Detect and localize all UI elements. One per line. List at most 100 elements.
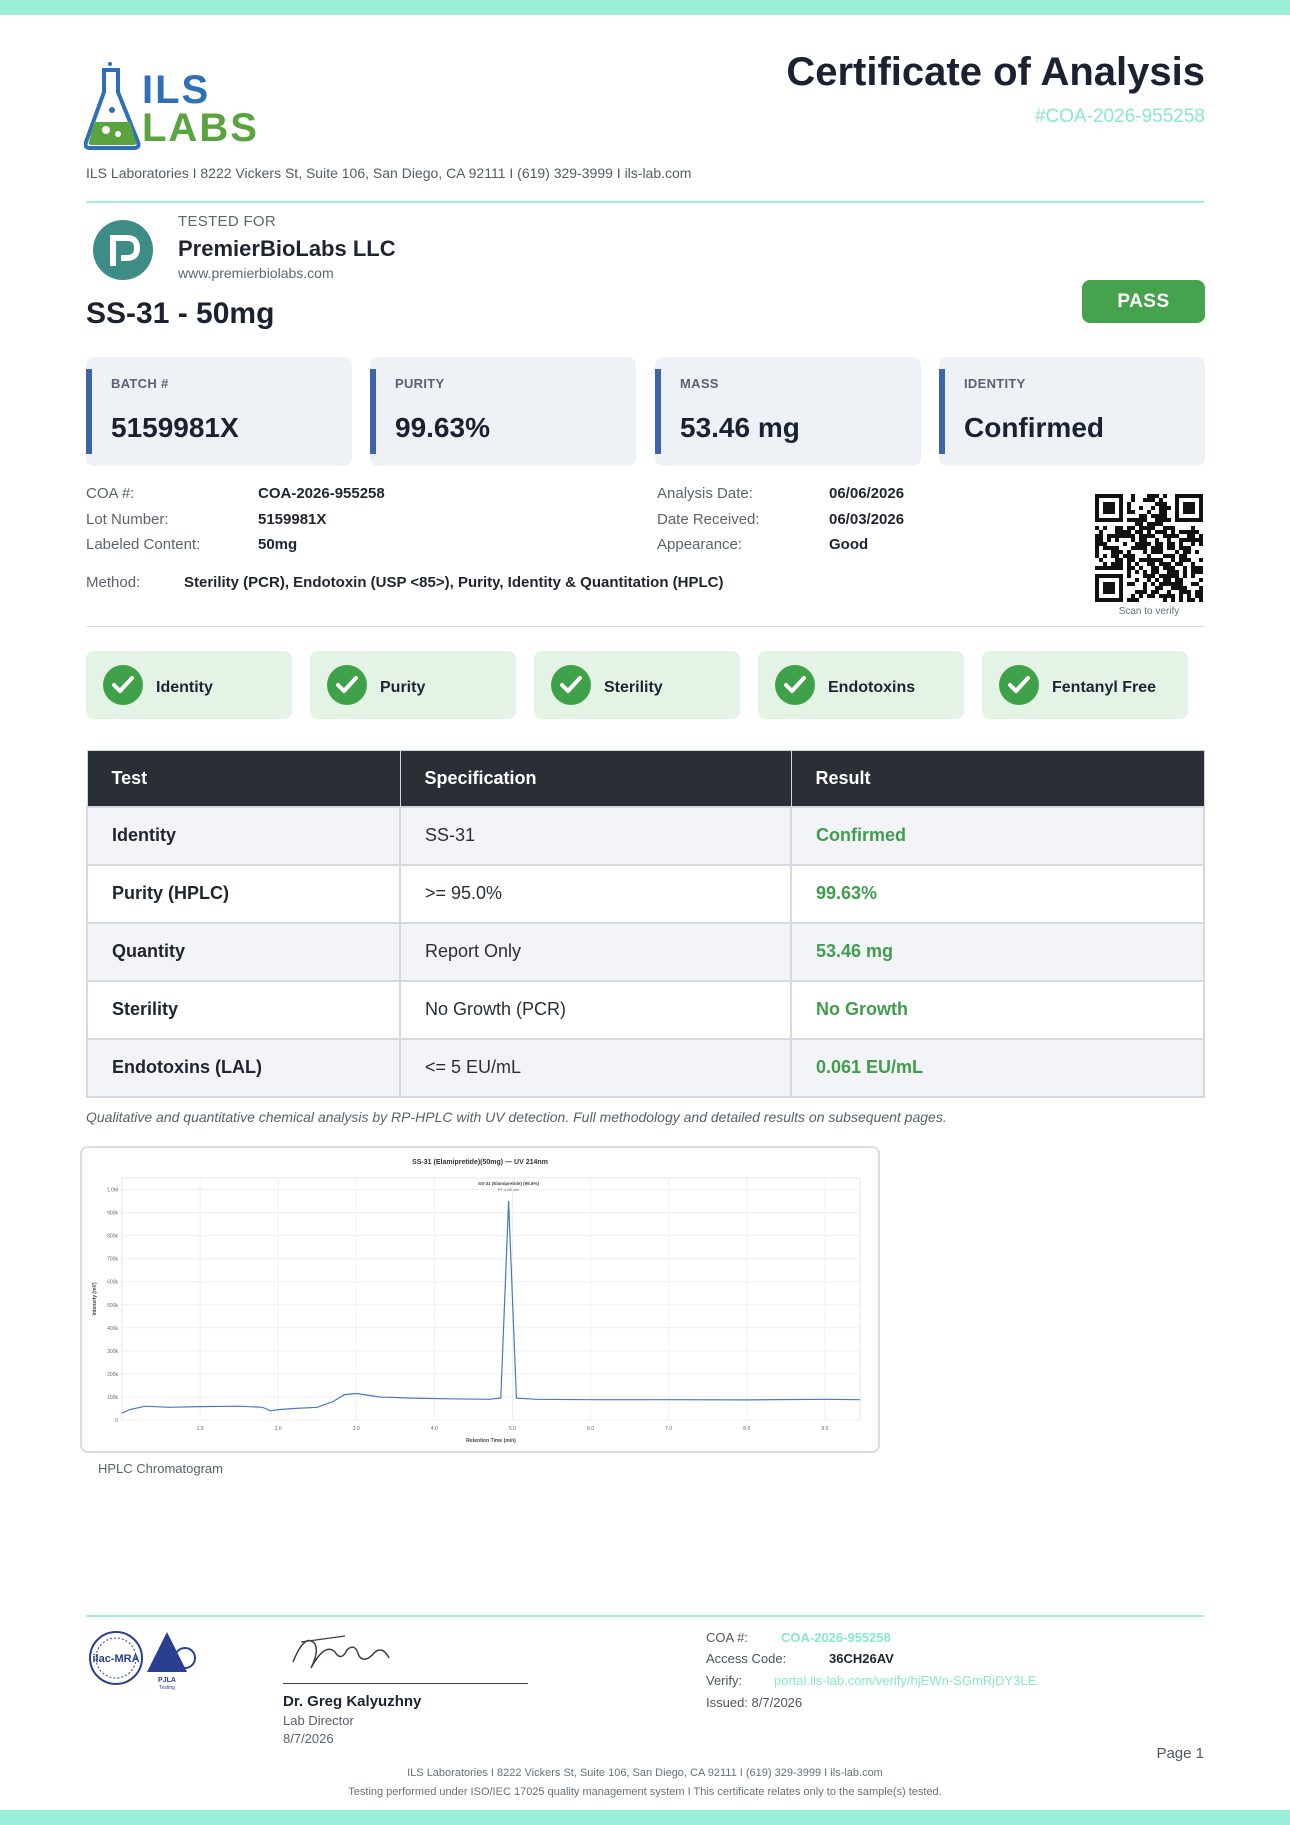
y-tick-label: 600k [107,1280,118,1286]
y-tick-label: 500k [107,1303,118,1309]
x-tick-label: 5.0 [509,1426,516,1432]
y-tick-label: 700k [107,1257,118,1263]
peak-label: SS-31 (Elamipretide) (99.6%) [478,1181,539,1186]
date-received-value: 06/03/2026 [829,511,905,528]
method-label: Method: [86,574,141,591]
row-spec: <= 5 EU/mL [399,1037,792,1098]
x-tick-label: 7.0 [665,1426,672,1432]
header-divider [86,201,1204,203]
footer-coa-label: COA #: [706,1630,748,1645]
coa-number-label: COA #: [86,485,135,502]
row-result: 99.63% [790,863,1205,924]
stat-label: BATCH # [111,376,169,391]
lot-number-value: 5159981X [258,511,327,528]
y-tick-label: 400k [107,1326,118,1332]
verify-label: Verify: [706,1673,743,1688]
stat-label: PURITY [395,376,445,391]
check-circle-icon [999,665,1039,705]
check-circle-icon [775,665,815,705]
stat-card-purity: PURITY 99.63% [370,357,636,466]
row-spec: Report Only [399,921,792,982]
card-accent [86,369,92,454]
stat-card-batch: BATCH # 5159981X [86,357,352,466]
access-code-label: Access Code: [706,1651,787,1666]
check-circle-icon [327,665,367,705]
stat-label: IDENTITY [964,376,1026,391]
stat-label: MASS [680,376,719,391]
top-accent-band [0,0,1290,15]
table-row: Endotoxins (LAL) <= 5 EU/mL 0.061 EU/mL [86,1037,1205,1098]
row-test: Quantity [86,921,401,982]
y-tick-label: 1.0M [107,1188,118,1194]
peak-sublabel: RT 4.95 min [498,1187,520,1192]
y-tick-label: 300k [107,1349,118,1355]
check-purity: Purity [310,651,516,719]
chart-title: SS-31 (Elamipretide)(50mg) — UV 214nm [412,1159,548,1166]
results-table: Test Specification Result Identity SS-31… [86,750,1205,1098]
y-tick-label: 200k [107,1372,118,1378]
bottom-accent-band [0,1810,1290,1825]
x-tick-label: 2.0 [275,1426,282,1432]
footer-divider [86,1615,1204,1617]
lab-logo: ILS LABS [84,62,274,152]
stat-card-mass: MASS 53.46 mg [655,357,921,466]
x-tick-label: 8.0 [743,1426,750,1432]
client-url: www.premierbiolabs.com [178,265,334,281]
access-code-value: 36CH26AV [829,1651,894,1666]
coa-number-value: COA-2026-955258 [258,485,385,502]
stat-value: Confirmed [964,412,1104,443]
issued-date: Issued: 8/7/2026 [706,1695,803,1710]
row-test: Endotoxins (LAL) [86,1037,401,1098]
details-divider [86,626,1204,627]
card-accent [370,369,376,454]
qr-code-icon[interactable] [1095,494,1203,602]
check-circle-icon [551,665,591,705]
lot-number-label: Lot Number: [86,511,169,528]
signer-date: 8/7/2026 [283,1731,334,1746]
ilac-mra-seal-icon: ilac-MRA [89,1631,143,1685]
header-result: Result [790,750,1205,807]
check-label: Sterility [604,679,663,696]
stat-value: 53.46 mg [680,412,800,443]
analysis-date-label: Analysis Date: [657,485,753,502]
signature-icon [292,1635,390,1669]
pjla-seal-sub: Testing [159,1685,175,1691]
y-tick-label: 800k [107,1234,118,1240]
flask-icon [84,62,141,150]
y-tick-label: 100k [107,1395,118,1401]
pjla-seal-icon: PJLA Testing [147,1632,196,1691]
row-result: 53.46 mg [790,921,1205,982]
labeled-content-value: 50mg [258,536,298,553]
document-title: Certificate of Analysis [786,50,1205,94]
x-tick-label: 4.0 [431,1426,438,1432]
verify-link[interactable]: portal.ils-lab.com/verify/hjEWn-SGmRjDY3… [774,1673,1036,1688]
appearance-value: Good [829,536,869,553]
signer-name: Dr. Greg Kalyuzhny [283,1693,422,1710]
signature-line [283,1683,528,1684]
qr-caption: Scan to verify [1118,606,1180,617]
card-accent [655,369,661,454]
stat-value: 5159981X [111,412,239,443]
y-tick-label: 0 [115,1418,118,1424]
y-tick-label: 900k [107,1211,118,1217]
labeled-content-label: Labeled Content: [86,536,201,553]
check-sterility: Sterility [534,651,740,719]
check-label: Fentanyl Free [1052,679,1157,696]
x-tick-label: 9.0 [821,1426,828,1432]
footer-disclaimer: Testing performed under ISO/IEC 17025 qu… [348,1786,942,1798]
row-test: Identity [86,805,401,866]
check-circle-icon [103,665,143,705]
check-fentanyl-free: Fentanyl Free [982,651,1188,719]
x-tick-label: 6.0 [587,1426,594,1432]
x-tick-label: 1.0 [197,1426,204,1432]
table-row: Identity SS-31 Confirmed [86,805,1205,866]
row-spec: >= 95.0% [399,863,792,924]
appearance-label: Appearance: [657,536,743,553]
row-test: Purity (HPLC) [86,863,401,924]
date-received-label: Date Received: [657,511,760,528]
check-identity: Identity [86,651,292,719]
row-result: 0.061 EU/mL [790,1037,1205,1098]
y-axis-label: Intensity (mV) [92,1282,98,1315]
card-accent [939,369,945,454]
plot-area [121,1177,861,1421]
